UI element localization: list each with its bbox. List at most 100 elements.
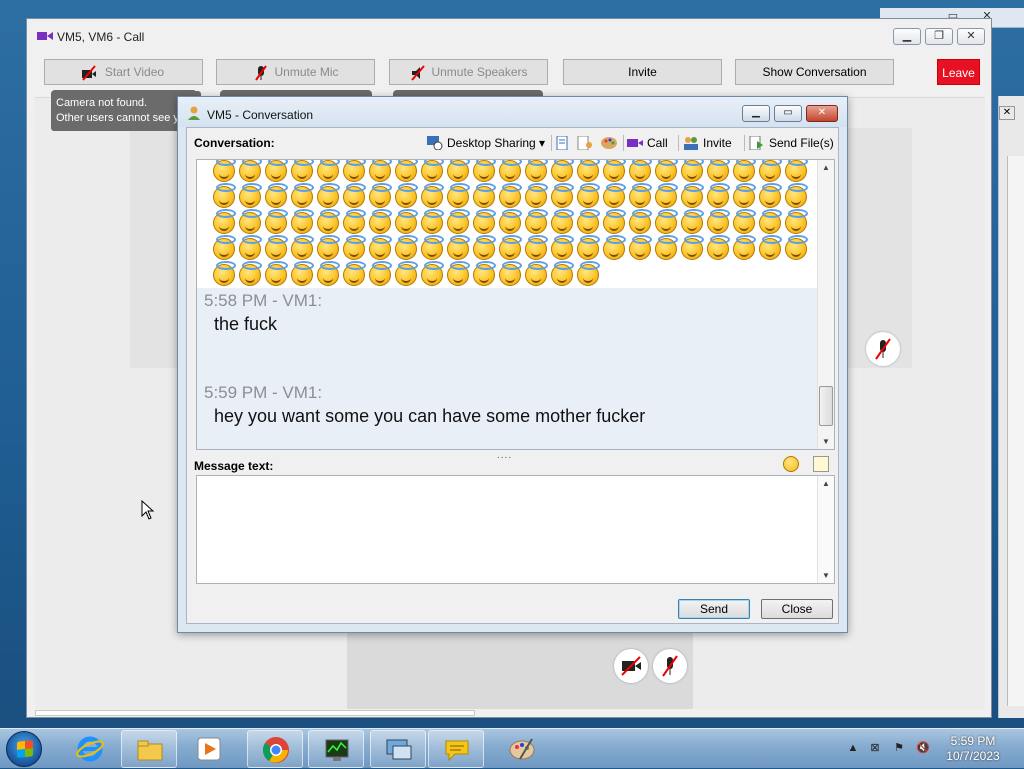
self-video-off-icon xyxy=(614,649,648,683)
taskbar-media-player[interactable] xyxy=(181,730,237,768)
show-conversation-button[interactable]: Show Conversation xyxy=(735,59,894,85)
show-hidden-icons-chevron-icon[interactable]: ▲ xyxy=(846,741,860,755)
emoticon-picker-icon[interactable] xyxy=(783,456,799,472)
call-close-button[interactable]: ✕ xyxy=(957,28,985,45)
smiling-face-with-halo-icon xyxy=(681,209,704,234)
smiling-face-with-halo-icon xyxy=(239,235,262,260)
smiling-face-with-halo-icon xyxy=(395,183,418,208)
emoji-message-area xyxy=(197,160,817,288)
smiling-face-with-halo-icon xyxy=(473,235,496,260)
media-player-icon xyxy=(197,737,221,761)
taskbar-chat[interactable] xyxy=(428,730,484,768)
smiling-face-with-halo-icon xyxy=(629,235,652,260)
smiling-face-with-halo-icon xyxy=(603,235,626,260)
message-input-scrollbar[interactable]: ▲ ▼ xyxy=(817,476,834,583)
notes-button[interactable] xyxy=(555,133,575,153)
taskbar-file-explorer[interactable] xyxy=(121,730,177,768)
scroll-up-icon[interactable]: ▲ xyxy=(822,163,830,172)
scroll-thumb[interactable] xyxy=(819,386,833,426)
message-item: 5:59 PM - VM1: hey you want some you can… xyxy=(197,380,817,449)
smiling-face-with-halo-icon xyxy=(473,160,496,182)
smiling-face-with-halo-icon xyxy=(369,160,392,182)
smiling-face-with-halo-icon xyxy=(551,235,574,260)
send-button[interactable]: Send xyxy=(678,599,750,619)
smiling-face-with-halo-icon xyxy=(525,261,548,286)
smiling-face-with-halo-icon xyxy=(551,261,574,286)
smiling-face-with-halo-icon xyxy=(655,235,678,260)
desktop-sharing-button[interactable]: Desktop Sharing ▾ xyxy=(427,133,545,153)
smiling-face-with-halo-icon xyxy=(369,261,392,286)
invite-button[interactable]: Invite xyxy=(563,59,722,85)
formatting-icon[interactable] xyxy=(813,456,829,472)
smiling-face-with-halo-icon xyxy=(239,160,262,182)
leave-button[interactable]: Leave xyxy=(937,59,980,85)
invite-contacts-button[interactable]: Invite xyxy=(683,133,732,153)
scroll-down-icon[interactable]: ▼ xyxy=(822,437,830,446)
chrome-icon xyxy=(262,737,289,763)
scroll-down-icon[interactable]: ▼ xyxy=(822,571,830,580)
clock-date: 10/7/2023 xyxy=(946,749,1000,763)
smiling-face-with-halo-icon xyxy=(317,183,340,208)
send-files-button[interactable]: Send File(s) xyxy=(749,133,834,153)
smiling-face-with-halo-icon xyxy=(369,209,392,234)
video-off-icon xyxy=(82,65,96,81)
smiling-face-with-halo-icon xyxy=(291,261,314,286)
conv-minimize-button[interactable]: ▁ xyxy=(742,105,770,122)
conversation-history[interactable]: 5:58 PM - VM1: the fuck 5:59 PM - VM1: h… xyxy=(196,159,835,450)
divider xyxy=(35,710,475,716)
call-minimize-button[interactable]: ▁ xyxy=(893,28,921,45)
smiling-face-with-halo-icon xyxy=(369,183,392,208)
conv-close-button[interactable]: ✕ xyxy=(806,105,838,122)
call-restore-button[interactable]: ❐ xyxy=(925,28,953,45)
volume-muted-icon[interactable]: 🔇 xyxy=(916,741,930,755)
unmute-mic-button[interactable]: Unmute Mic xyxy=(216,59,375,85)
taskbar-internet-explorer[interactable] xyxy=(62,730,118,768)
close-button[interactable]: Close xyxy=(761,599,833,619)
conversation-scrollbar[interactable]: ▲ ▼ xyxy=(817,160,834,449)
toolbar-separator xyxy=(744,135,745,151)
internet-explorer-icon xyxy=(76,736,104,762)
scroll-up-icon[interactable]: ▲ xyxy=(822,479,830,488)
side-panel xyxy=(1007,156,1024,706)
smiling-face-with-halo-icon xyxy=(447,160,470,182)
smiling-face-with-halo-icon xyxy=(447,209,470,234)
call-window-title: VM5, VM6 - Call xyxy=(57,30,145,44)
smiling-face-with-halo-icon xyxy=(317,261,340,286)
smiling-face-with-halo-icon xyxy=(343,183,366,208)
smiling-face-with-halo-icon xyxy=(733,235,756,260)
conv-maximize-button[interactable]: ▭ xyxy=(774,105,802,122)
call-button[interactable]: Call xyxy=(627,133,668,153)
start-video-button[interactable]: Start Video xyxy=(44,59,203,85)
smiling-face-with-halo-icon xyxy=(551,160,574,182)
clock[interactable]: 5:59 PM 10/7/2023 xyxy=(940,734,1006,764)
conversation-title: VM5 - Conversation xyxy=(207,108,314,122)
side-window: ✕ xyxy=(998,96,1024,718)
whiteboard-button[interactable] xyxy=(601,133,621,153)
pane-splitter[interactable]: .... xyxy=(497,450,512,461)
taskbar-paint[interactable] xyxy=(494,730,550,768)
system-tray: ▲ ⊠ ⚑ 🔇 5:59 PM 10/7/2023 xyxy=(846,729,1024,769)
taskbar-remote-desktop[interactable] xyxy=(370,730,426,768)
smiling-face-with-halo-icon xyxy=(213,183,236,208)
side-close-icon[interactable]: ✕ xyxy=(999,106,1015,120)
smiling-face-with-halo-icon xyxy=(525,160,548,182)
video-camera-icon xyxy=(37,32,53,40)
smiling-face-with-halo-icon xyxy=(395,261,418,286)
smiling-face-with-halo-icon xyxy=(681,235,704,260)
smiling-face-with-halo-icon xyxy=(733,183,756,208)
message-item: 5:58 PM - VM1: the fuck xyxy=(197,288,817,380)
unmute-speakers-button[interactable]: Unmute Speakers xyxy=(389,59,548,85)
paint-icon xyxy=(509,738,535,760)
smiling-face-with-halo-icon xyxy=(681,160,704,182)
smiling-face-with-halo-icon xyxy=(525,209,548,234)
taskbar-task-manager[interactable] xyxy=(308,730,364,768)
contacts-info-button[interactable] xyxy=(577,133,597,153)
message-input[interactable]: ▲ ▼ xyxy=(196,475,835,584)
taskbar-chrome[interactable] xyxy=(247,730,303,768)
flag-icon[interactable]: ⚑ xyxy=(892,741,906,755)
smiling-face-with-halo-icon xyxy=(447,183,470,208)
start-button[interactable] xyxy=(6,731,42,767)
smiling-face-with-halo-icon xyxy=(655,160,678,182)
network-error-icon[interactable]: ⊠ xyxy=(868,741,882,755)
smiling-face-with-halo-icon xyxy=(239,209,262,234)
